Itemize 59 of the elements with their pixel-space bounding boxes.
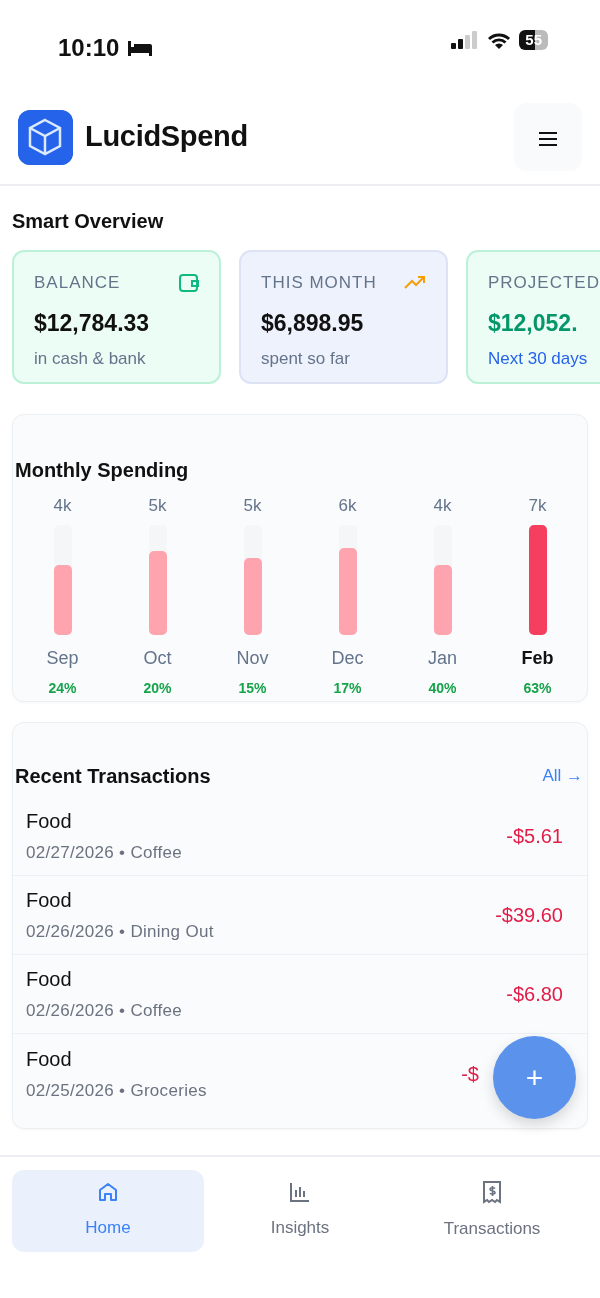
transaction-meta: 02/25/2026 • Groceries [26, 1079, 207, 1102]
card-amount: $12,052. [488, 308, 579, 338]
transaction-meta: 02/26/2026 • Coffee [26, 1000, 182, 1023]
month-label: Jan [428, 646, 457, 670]
bar-value: 7k [528, 495, 547, 517]
view-all-link[interactable]: All → [542, 763, 583, 789]
trend-up-icon [404, 275, 426, 290]
card-label: PROJECTED [488, 272, 600, 294]
transaction-amount: -$ [461, 1061, 479, 1087]
section-title: Smart Overview [11, 209, 165, 234]
bar-value: 4k [53, 495, 72, 517]
nav-tab[interactable]: Insights [204, 1170, 396, 1252]
card-note: Next 30 days [488, 348, 589, 370]
home-icon [97, 1181, 119, 1204]
card-label: BALANCE [34, 272, 121, 294]
transaction-amount: -$5.61 [506, 824, 563, 849]
app-title: LucidSpend [85, 119, 248, 155]
menu-icon [538, 130, 558, 147]
transaction-category: Food [26, 1046, 73, 1072]
wallet-icon [179, 273, 199, 292]
card-amount: $12,784.33 [34, 308, 151, 338]
logo-icon [18, 109, 73, 165]
month-label: Dec [331, 646, 364, 670]
transaction-amount: -$39.60 [495, 903, 563, 928]
percent-label: 20% [143, 678, 172, 698]
bed-icon [127, 39, 154, 57]
bar-value: 5k [243, 495, 262, 517]
percent-label: 40% [428, 678, 457, 698]
signal-icon [451, 31, 480, 49]
section-title: Monthly Spending [15, 458, 190, 483]
bar-value: 4k [433, 495, 452, 517]
month-label: Nov [236, 646, 269, 670]
card-note: spent so far [261, 348, 351, 370]
bar-value: 5k [148, 495, 167, 517]
transaction-meta: 02/27/2026 • Coffee [26, 842, 182, 865]
menu-button[interactable] [514, 103, 582, 171]
bar-chart-icon [289, 1181, 311, 1204]
transaction-category: Food [26, 809, 73, 835]
percent-label: 63% [523, 678, 552, 698]
bar-value: 6k [338, 495, 357, 517]
percent-label: 24% [48, 678, 77, 698]
section-title: Recent Transactions [15, 764, 211, 789]
nav-tab[interactable]: Home [12, 1170, 204, 1252]
card-amount: $6,898.95 [261, 308, 365, 338]
receipt-icon [481, 1180, 503, 1205]
transaction-amount: -$6.80 [506, 982, 563, 1007]
month-label: Sep [46, 646, 79, 670]
percent-label: 17% [333, 678, 362, 698]
transaction-meta: 02/26/2026 • Dining Out [26, 921, 214, 944]
nav-tab[interactable]: Transactions [396, 1170, 588, 1252]
transaction-category: Food [26, 888, 73, 914]
month-label: Feb [521, 646, 554, 670]
transaction-category: Food [26, 967, 73, 993]
status-time: 10:10 [58, 33, 120, 63]
card-label: THIS MONTH [261, 272, 377, 294]
percent-label: 15% [238, 678, 267, 698]
wifi-icon [487, 31, 512, 49]
month-label: Oct [143, 646, 172, 670]
card-note: in cash & bank [34, 348, 147, 370]
